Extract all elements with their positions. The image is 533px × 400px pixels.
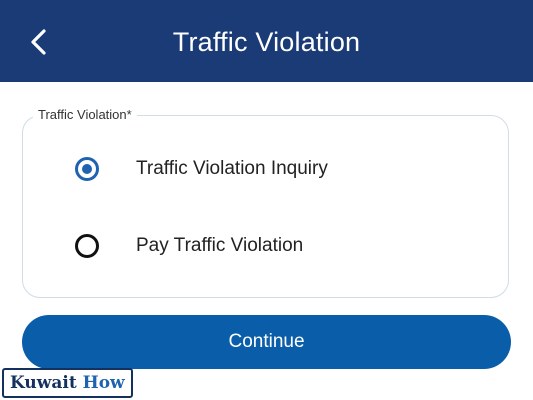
app-header: Traffic Violation xyxy=(0,0,533,82)
radio-unselected[interactable] xyxy=(75,234,99,258)
watermark-part2: How xyxy=(82,373,125,393)
continue-button[interactable]: Continue xyxy=(22,315,511,369)
option-pay-traffic-violation[interactable]: Pay Traffic Violation xyxy=(63,226,483,266)
watermark-part1: Kuwait xyxy=(10,373,77,393)
page-title: Traffic Violation xyxy=(172,27,361,57)
kuwait-how-watermark: Kuwait How xyxy=(2,368,133,398)
radio-selected[interactable] xyxy=(75,157,99,181)
option-traffic-violation-inquiry[interactable]: Traffic Violation Inquiry xyxy=(63,149,483,189)
violation-type-group: Traffic Violation* Traffic Violation Inq… xyxy=(22,107,509,298)
group-label: Traffic Violation* xyxy=(33,107,137,123)
option-label: Traffic Violation Inquiry xyxy=(136,158,328,179)
option-label: Pay Traffic Violation xyxy=(136,235,304,256)
